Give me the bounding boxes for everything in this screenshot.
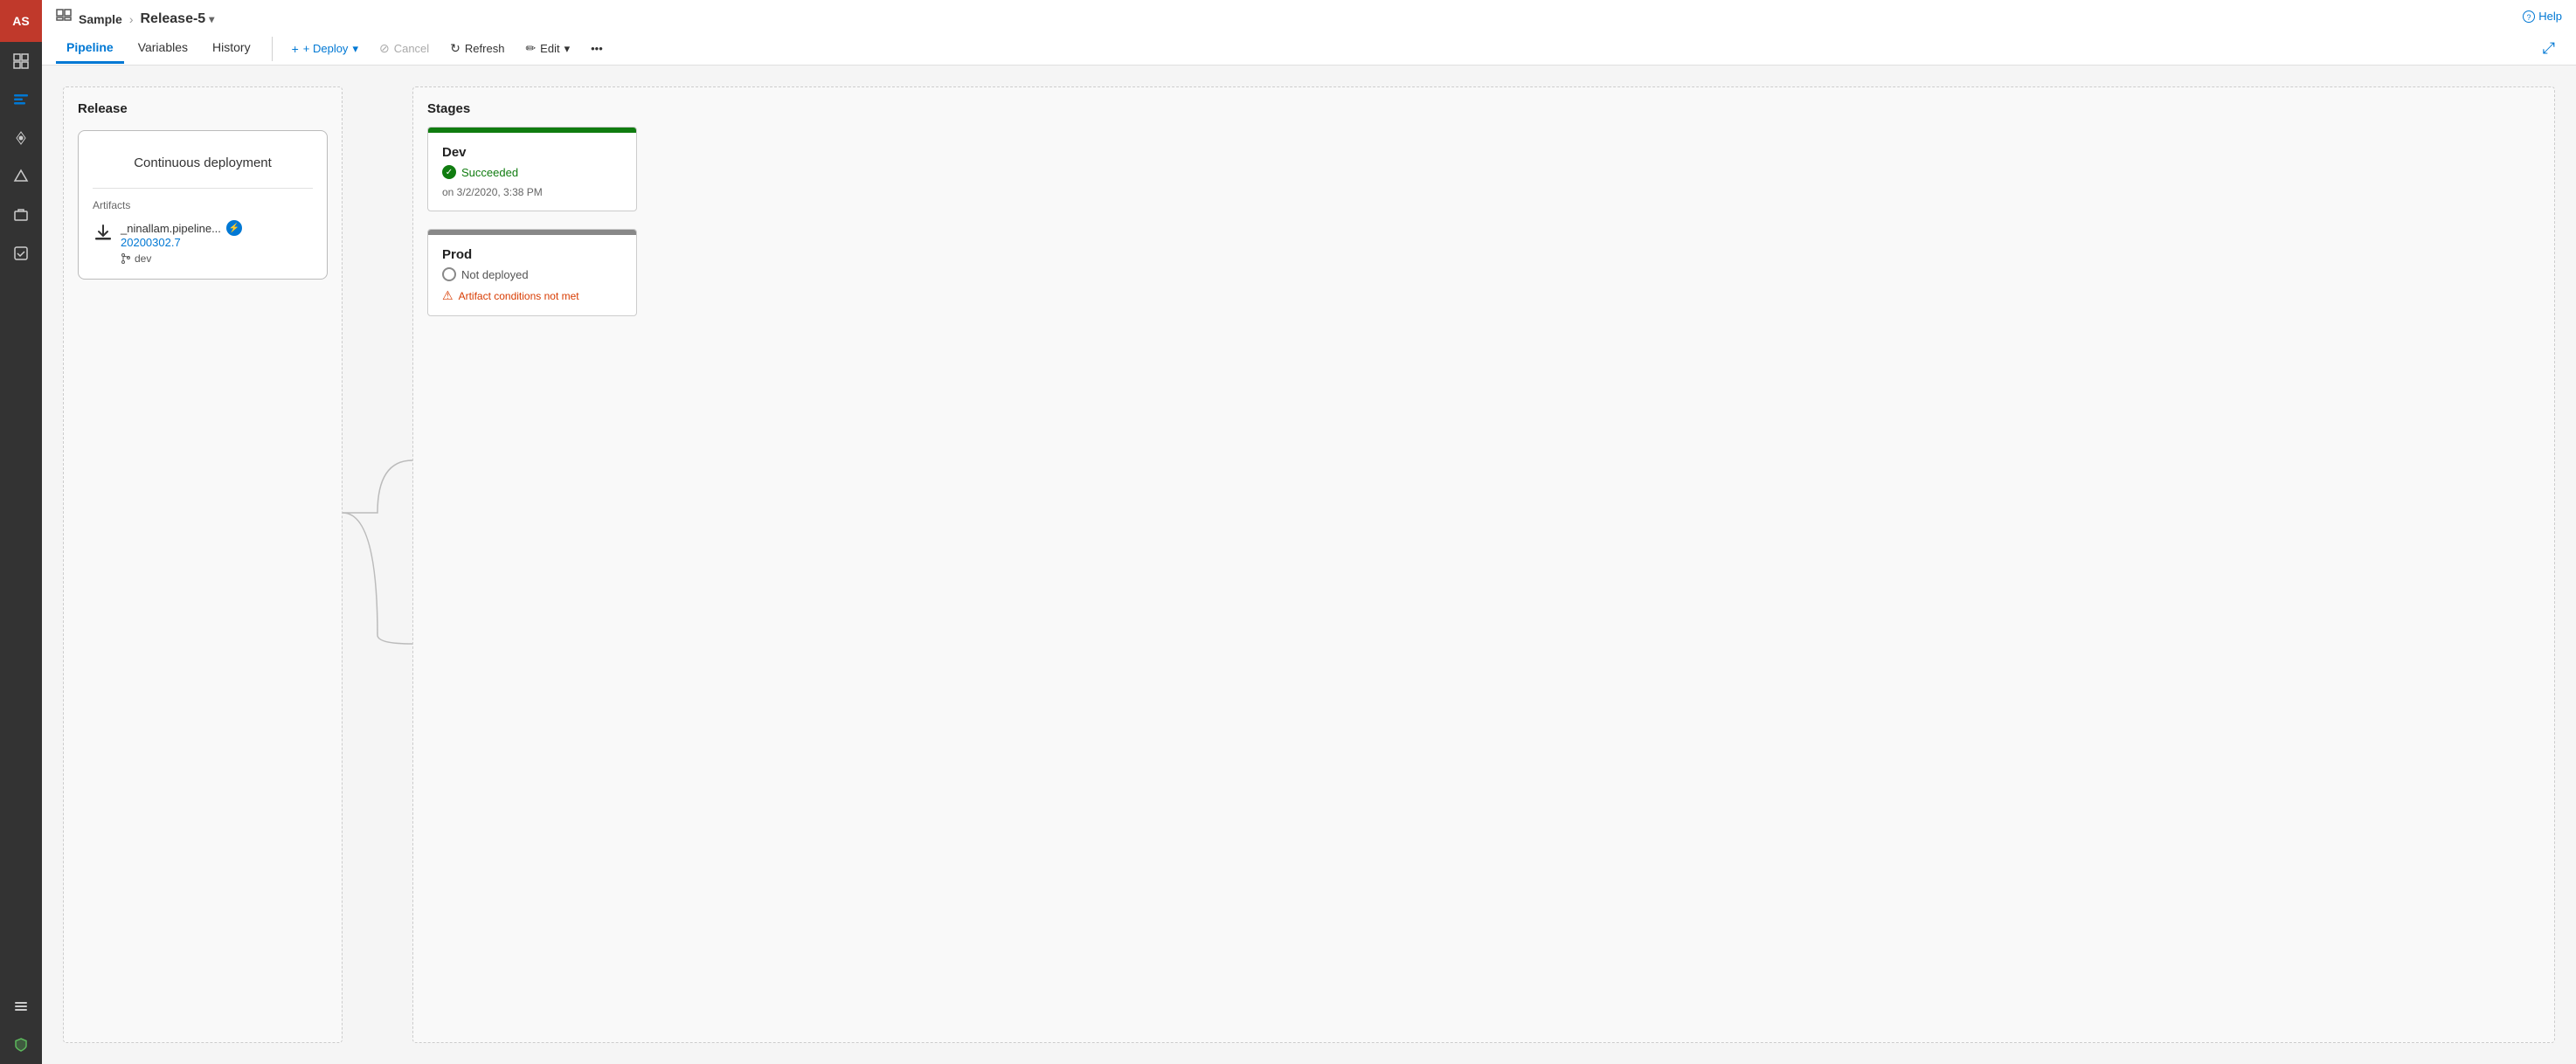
stage-warning-text-prod: Artifact conditions not met: [459, 290, 579, 302]
stage-warning-prod: ⚠ Artifact conditions not met: [442, 288, 622, 303]
canvas: Release Continuous deployment Artifacts: [42, 66, 2576, 1064]
stage-date-dev: on 3/2/2020, 3:38 PM: [442, 186, 622, 198]
stage-name-prod: Prod: [442, 247, 622, 262]
sidebar-item-pipelines[interactable]: [0, 157, 42, 196]
svg-text:?: ?: [2527, 13, 2531, 22]
release-panel-label: Release: [78, 101, 328, 116]
warning-triangle-icon: ⚠: [442, 288, 454, 303]
sidebar: AS: [0, 0, 42, 1064]
connector-svg: [343, 390, 412, 740]
more-button[interactable]: •••: [582, 38, 612, 59]
tab-pipeline[interactable]: Pipeline: [56, 33, 124, 64]
breadcrumb-sample[interactable]: Sample: [79, 12, 122, 26]
release-title: Release-5: [140, 11, 205, 27]
sidebar-item-boards[interactable]: [0, 80, 42, 119]
stage-status-text-prod: Not deployed: [461, 268, 529, 281]
artifact-name: _ninallam.pipeline... ⚡: [121, 220, 313, 236]
artifact-download-icon: [93, 222, 114, 248]
stage-card-body-prod: Prod Not deployed ⚠ Artifact conditions …: [428, 235, 636, 315]
stage-name-dev: Dev: [442, 145, 622, 160]
stages-panel: Stages Dev ✓ Succeeded on 3/2/2020, 3:38…: [412, 86, 2555, 1043]
artifacts-label: Artifacts: [93, 199, 313, 211]
deploy-chevron-icon: ▾: [352, 42, 358, 56]
artifact-version[interactable]: 20200302.7: [121, 236, 313, 249]
more-label: •••: [591, 42, 603, 55]
status-circle-icon: [442, 267, 456, 281]
help-label: Help: [2538, 10, 2562, 23]
help-link[interactable]: ? Help: [2523, 10, 2562, 23]
toolbar: Pipeline Variables History + + Deploy ▾ …: [56, 32, 2562, 65]
connector: [343, 86, 412, 1043]
main-content: Sample › Release-5 ▾ ? Help Pipeline V: [42, 0, 2576, 1064]
stages-content: Dev ✓ Succeeded on 3/2/2020, 3:38 PM Pro…: [427, 127, 2540, 316]
edit-chevron-icon: ▾: [564, 42, 571, 56]
stage-status-prod: Not deployed: [442, 267, 622, 281]
stage-status-dev: ✓ Succeeded: [442, 165, 622, 179]
topbar: Sample › Release-5 ▾ ? Help Pipeline V: [42, 0, 2576, 66]
sidebar-item-testplans[interactable]: [0, 234, 42, 273]
expand-icon[interactable]: ⤢: [2536, 32, 2562, 65]
refresh-button[interactable]: ↻ Refresh: [441, 37, 513, 60]
tab-pipeline-label: Pipeline: [66, 40, 114, 54]
stage-card-prod[interactable]: Prod Not deployed ⚠ Artifact conditions …: [427, 229, 637, 316]
user-avatar[interactable]: AS: [0, 0, 42, 42]
artifacts-section: Artifacts _ninallam.pipeline... ⚡: [93, 189, 313, 265]
refresh-icon: ↻: [450, 41, 460, 56]
cancel-icon: ⊘: [379, 41, 390, 56]
pipeline-icon: [56, 9, 72, 29]
plus-icon: +: [292, 42, 299, 56]
cancel-label: Cancel: [394, 42, 429, 55]
artifact-branch-text: dev: [135, 252, 151, 265]
sidebar-item-repos[interactable]: [0, 119, 42, 157]
artifact-info: _ninallam.pipeline... ⚡ 20200302.7: [121, 220, 313, 265]
release-panel: Release Continuous deployment Artifacts: [63, 86, 343, 1043]
artifact-item: _ninallam.pipeline... ⚡ 20200302.7: [93, 220, 313, 265]
artifact-name-text: _ninallam.pipeline...: [121, 222, 221, 235]
deploy-button[interactable]: + + Deploy ▾: [283, 38, 367, 60]
stage-status-text-dev: Succeeded: [461, 166, 518, 179]
edit-label: Edit: [540, 42, 559, 55]
edit-button[interactable]: ✏ Edit ▾: [516, 37, 578, 60]
toolbar-divider: [272, 37, 273, 61]
edit-icon: ✏: [525, 41, 536, 56]
deploy-label: + Deploy: [303, 42, 349, 55]
sidebar-item-security[interactable]: [0, 1026, 42, 1064]
release-card: Continuous deployment Artifacts _ni: [78, 130, 328, 280]
sidebar-item-artifacts-icon[interactable]: [0, 196, 42, 234]
sidebar-item-menu[interactable]: [0, 987, 42, 1026]
tab-variables-label: Variables: [138, 40, 188, 54]
stage-card-body-dev: Dev ✓ Succeeded on 3/2/2020, 3:38 PM: [428, 133, 636, 211]
cancel-button[interactable]: ⊘ Cancel: [370, 37, 438, 60]
continuous-deployment-label: Continuous deployment: [93, 145, 313, 189]
breadcrumb: Sample › Release-5 ▾: [56, 0, 214, 32]
tab-history-label: History: [212, 40, 251, 54]
stages-panel-label: Stages: [427, 101, 2540, 116]
tab-variables[interactable]: Variables: [128, 33, 198, 64]
artifact-trigger-icon: ⚡: [226, 220, 242, 236]
stage-card-dev[interactable]: Dev ✓ Succeeded on 3/2/2020, 3:38 PM: [427, 127, 637, 211]
breadcrumb-separator: ›: [129, 12, 134, 26]
sidebar-item-overview[interactable]: [0, 42, 42, 80]
status-check-icon: ✓: [442, 165, 456, 179]
artifact-branch: dev: [121, 252, 313, 265]
tab-history[interactable]: History: [202, 33, 261, 64]
refresh-label: Refresh: [465, 42, 505, 55]
chevron-down-icon[interactable]: ▾: [209, 13, 214, 25]
breadcrumb-release: Release-5 ▾: [140, 11, 214, 27]
